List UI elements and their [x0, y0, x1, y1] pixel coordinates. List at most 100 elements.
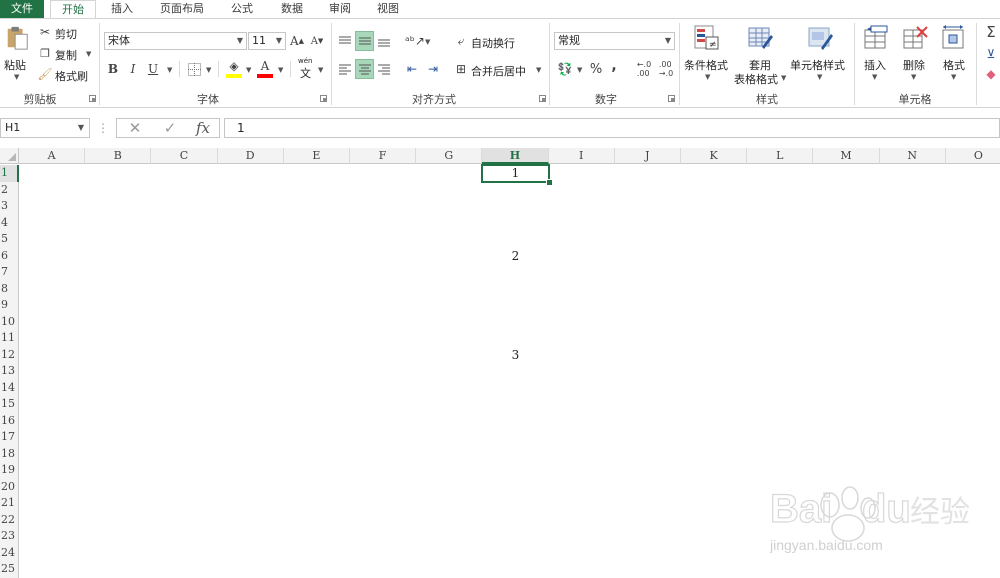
formula-input[interactable]: 1: [224, 118, 1000, 138]
borders-button[interactable]: [187, 61, 201, 77]
phonetic-guide-button[interactable]: wén 文: [297, 57, 315, 80]
align-right-button[interactable]: [375, 59, 393, 79]
row-header-8[interactable]: 8: [0, 280, 19, 297]
orientation-button[interactable]: ᵃᵇ↗: [405, 31, 425, 51]
font-name-combo[interactable]: 宋体 ▼: [104, 32, 247, 50]
tab-data[interactable]: 数据: [270, 0, 314, 18]
copy-button[interactable]: ❐ 复制 ▼: [38, 46, 94, 63]
select-all-corner[interactable]: [0, 148, 19, 164]
row-header-4[interactable]: 4: [0, 214, 19, 231]
row-header-24[interactable]: 24: [0, 544, 19, 561]
tab-home[interactable]: 开始: [50, 0, 96, 18]
column-header-d[interactable]: D: [217, 148, 284, 164]
format-cells-button[interactable]: 格式 ▼: [938, 25, 972, 89]
insert-function-button[interactable]: fx: [190, 118, 216, 138]
fill-handle[interactable]: [545, 178, 553, 186]
fill-button[interactable]: ⊻: [982, 45, 1000, 63]
column-header-k[interactable]: K: [681, 148, 748, 164]
column-header-l[interactable]: L: [747, 148, 814, 164]
column-header-f[interactable]: F: [350, 148, 417, 164]
tab-formulas[interactable]: 公式: [220, 0, 264, 18]
cell-h12[interactable]: 3: [482, 348, 548, 365]
column-header-h[interactable]: H: [482, 148, 549, 164]
row-header-20[interactable]: 20: [0, 478, 19, 495]
tab-page-layout[interactable]: 页面布局: [150, 0, 214, 18]
cancel-entry-icon[interactable]: ✕: [122, 118, 148, 138]
row-header-1[interactable]: 1: [0, 165, 19, 182]
more-options-icon[interactable]: ⋮: [97, 120, 109, 136]
row-header-23[interactable]: 23: [0, 528, 19, 545]
row-header-9[interactable]: 9: [0, 297, 19, 314]
row-header-22[interactable]: 22: [0, 511, 19, 528]
row-header-18[interactable]: 18: [0, 445, 19, 462]
chevron-down-icon[interactable]: ▼: [246, 66, 251, 74]
row-header-12[interactable]: 12: [0, 346, 19, 363]
bold-button[interactable]: B: [106, 61, 120, 77]
decrease-decimal-button[interactable]: .00 →.0: [656, 60, 676, 78]
number-launcher-icon[interactable]: [668, 95, 675, 102]
conditional-formatting-button[interactable]: ≠ 条件格式 ▼: [684, 25, 732, 89]
font-color-button[interactable]: A: [257, 59, 273, 79]
tab-insert[interactable]: 插入: [100, 0, 144, 18]
shrink-font-button[interactable]: A ▼: [310, 33, 324, 49]
row-header-25[interactable]: 25: [0, 561, 19, 578]
chevron-down-icon[interactable]: ▼: [206, 66, 211, 74]
increase-decimal-button[interactable]: ←.0.00: [634, 60, 654, 78]
row-header-16[interactable]: 16: [0, 412, 19, 429]
clear-button[interactable]: ◆: [982, 65, 1000, 83]
tab-file[interactable]: 文件: [0, 0, 44, 18]
column-header-c[interactable]: C: [151, 148, 218, 164]
format-as-table-button[interactable]: 套用 表格格式 ▼: [734, 25, 786, 89]
percent-style-button[interactable]: %: [588, 60, 604, 78]
align-center-button[interactable]: [355, 59, 374, 79]
underline-button[interactable]: U: [146, 61, 160, 77]
row-header-21[interactable]: 21: [0, 495, 19, 512]
cell-styles-button[interactable]: 单元格样式 ▼: [790, 25, 848, 89]
row-header-13[interactable]: 13: [0, 363, 19, 380]
row-header-14[interactable]: 14: [0, 379, 19, 396]
tab-review[interactable]: 审阅: [318, 0, 362, 18]
row-header-2[interactable]: 2: [0, 181, 19, 198]
chevron-down-icon[interactable]: ▼: [167, 66, 172, 74]
decrease-indent-button[interactable]: ⇤: [403, 59, 421, 79]
row-header-11[interactable]: 11: [0, 330, 19, 347]
italic-button[interactable]: I: [126, 61, 140, 77]
chevron-down-icon[interactable]: ▼: [278, 66, 283, 74]
column-header-o[interactable]: O: [945, 148, 1000, 164]
row-header-15[interactable]: 15: [0, 396, 19, 413]
row-header-17[interactable]: 17: [0, 429, 19, 446]
merge-center-button[interactable]: ⊞ 合并后居中 ▼: [454, 61, 548, 79]
grow-font-button[interactable]: A ▲: [290, 33, 304, 49]
row-header-10[interactable]: 10: [0, 313, 19, 330]
format-painter-button[interactable]: 🖌 格式刷: [37, 67, 92, 83]
chevron-down-icon[interactable]: ▼: [318, 66, 323, 74]
confirm-entry-icon[interactable]: ✓: [157, 118, 183, 138]
column-header-m[interactable]: M: [813, 148, 880, 164]
clipboard-launcher-icon[interactable]: [89, 95, 96, 102]
name-box[interactable]: H1 ▼: [0, 118, 90, 138]
column-header-g[interactable]: G: [416, 148, 483, 164]
align-left-button[interactable]: [336, 59, 354, 79]
row-header-6[interactable]: 6: [0, 247, 19, 264]
chevron-down-icon[interactable]: ▼: [577, 66, 582, 74]
column-header-j[interactable]: J: [614, 148, 681, 164]
cut-button[interactable]: ✂ 剪切: [38, 25, 88, 41]
chevron-down-icon[interactable]: ▼: [425, 38, 430, 46]
autosum-button[interactable]: Σ: [982, 23, 1000, 41]
row-header-3[interactable]: 3: [0, 198, 19, 215]
align-bottom-button[interactable]: [375, 31, 393, 51]
paste-button[interactable]: 粘贴 ▼: [2, 25, 32, 87]
wrap-text-button[interactable]: ⤶ 自动换行: [454, 33, 524, 51]
number-format-combo[interactable]: 常规 ▼: [554, 32, 675, 50]
column-header-e[interactable]: E: [283, 148, 350, 164]
column-header-b[interactable]: B: [85, 148, 152, 164]
align-top-button[interactable]: [336, 31, 354, 51]
column-header-a[interactable]: A: [19, 148, 86, 164]
align-middle-button[interactable]: [355, 31, 374, 51]
row-header-7[interactable]: 7: [0, 264, 19, 281]
alignment-launcher-icon[interactable]: [539, 95, 546, 102]
cell-h6[interactable]: 2: [482, 249, 548, 266]
column-header-i[interactable]: I: [548, 148, 615, 164]
fill-color-button[interactable]: ◈: [226, 59, 242, 79]
row-header-19[interactable]: 19: [0, 462, 19, 479]
